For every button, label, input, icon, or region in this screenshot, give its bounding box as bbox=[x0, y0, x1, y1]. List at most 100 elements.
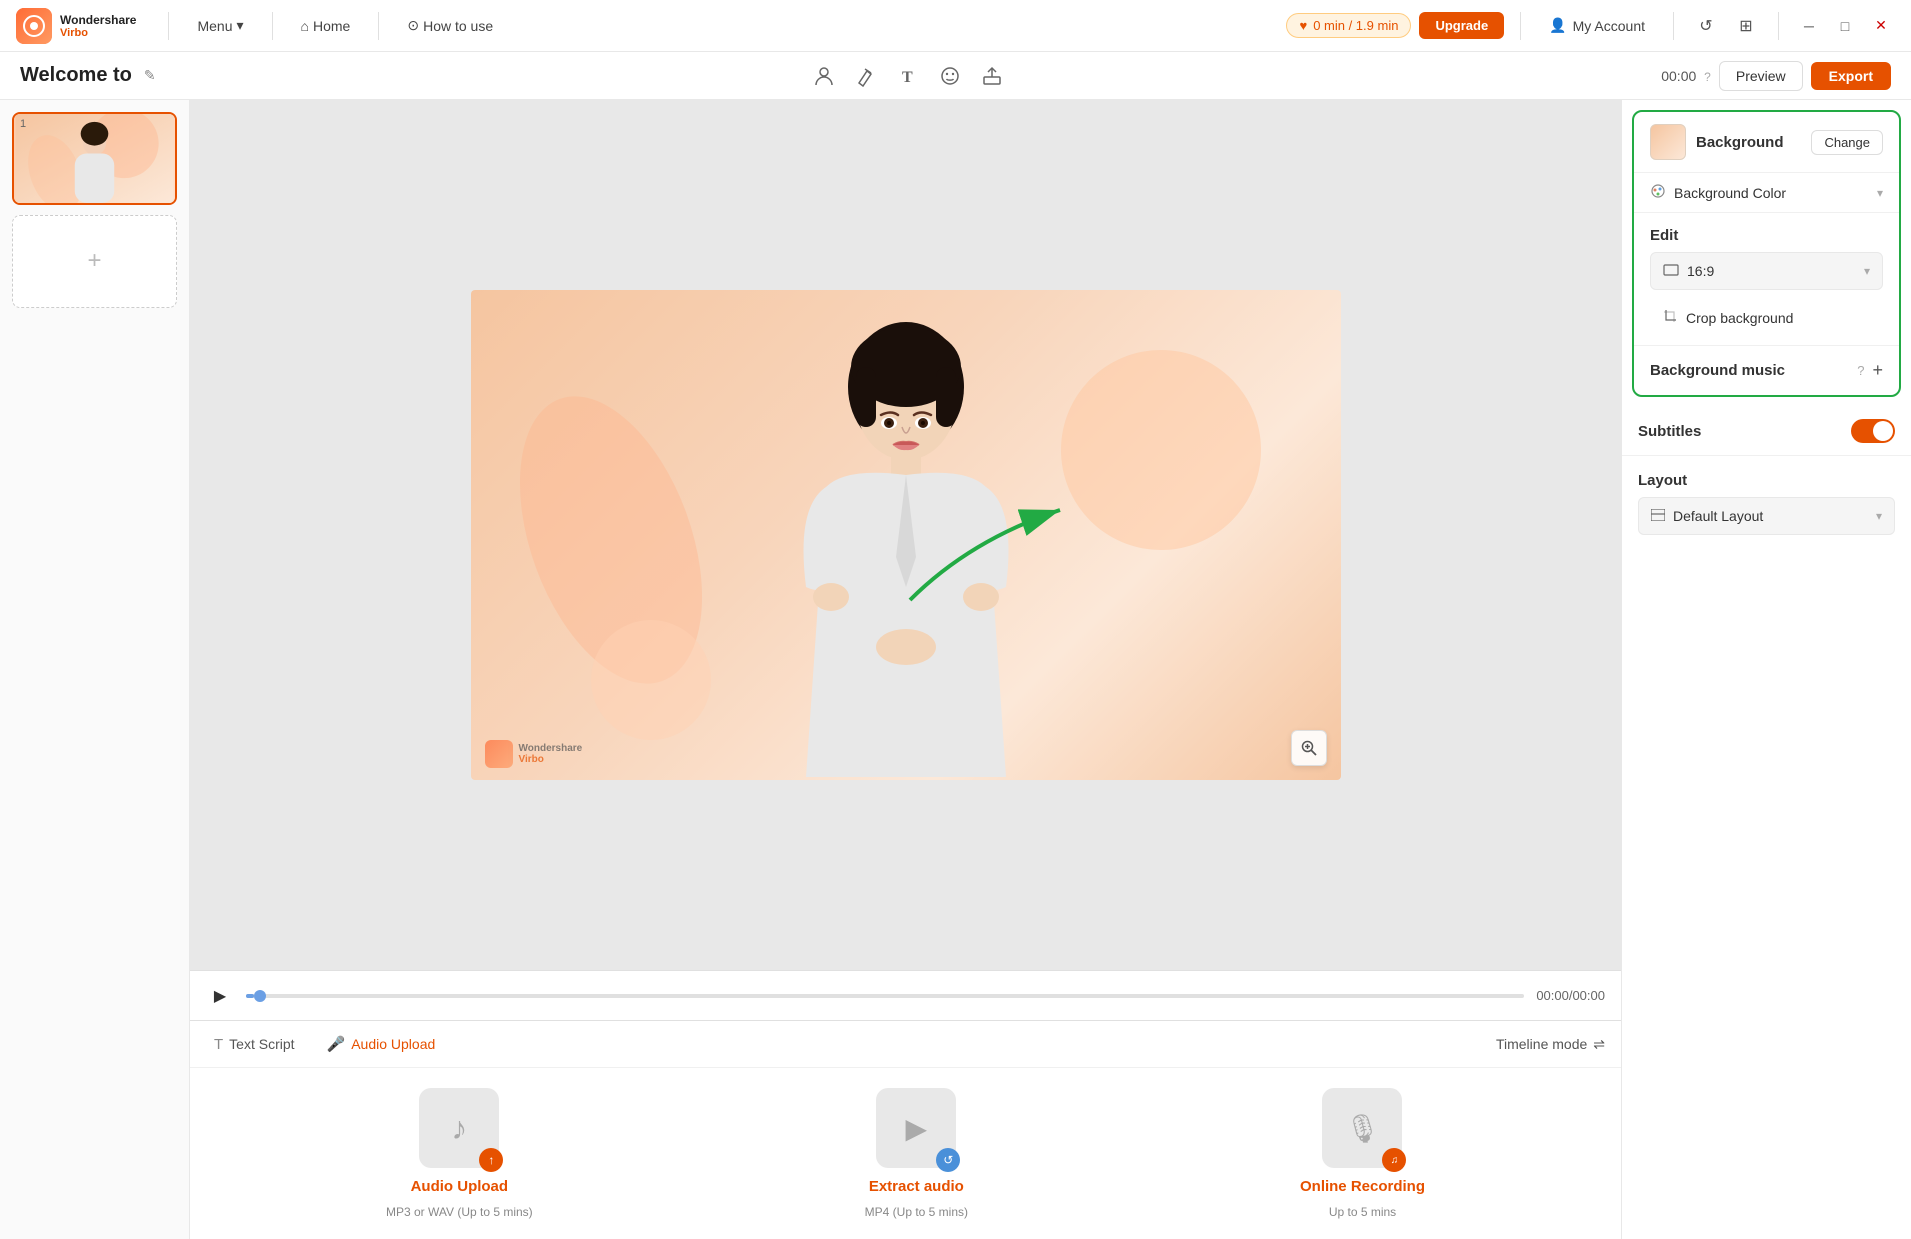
grid-button[interactable]: ⊞ bbox=[1730, 10, 1762, 42]
crop-background-row[interactable]: Crop background bbox=[1650, 298, 1883, 337]
welcome-label: Welcome to bbox=[20, 64, 132, 87]
green-section: Background Change Background Color ▾ Edi… bbox=[1632, 110, 1901, 397]
audio-cards-area: ♪ ↑ Audio Upload MP3 or WAV (Up to 5 min… bbox=[190, 1068, 1621, 1239]
layout-section: Layout Default Layout ▾ bbox=[1622, 456, 1911, 551]
text-script-tab[interactable]: T Text Script bbox=[206, 1030, 303, 1059]
account-button[interactable]: 👤 My Account bbox=[1537, 11, 1657, 40]
upload-tool-button[interactable] bbox=[974, 58, 1010, 94]
chevron-down-icon: ▾ bbox=[1877, 186, 1883, 200]
online-recording-title: Online Recording bbox=[1300, 1178, 1425, 1195]
history-button[interactable]: ↺ bbox=[1690, 10, 1722, 42]
subtitles-row: Subtitles bbox=[1622, 407, 1911, 456]
extract-audio-icon-wrap: ▶ ↺ bbox=[876, 1088, 956, 1168]
topbar: Wondershare Virbo Menu ▾ ⌂ Home ⊙ How to… bbox=[0, 0, 1911, 52]
mic-icon: 🎤 bbox=[327, 1035, 346, 1053]
preview-button[interactable]: Preview bbox=[1719, 61, 1803, 91]
background-header: Background Change bbox=[1634, 112, 1899, 173]
extract-audio-sub: MP4 (Up to 5 mins) bbox=[865, 1205, 968, 1219]
audio-upload-title: Audio Upload bbox=[411, 1178, 509, 1195]
subtitle-bar: Welcome to ✎ T 00:00 ? Preview Export bbox=[0, 52, 1911, 100]
canvas-avatar bbox=[766, 307, 1046, 780]
background-music-label: Background music bbox=[1650, 362, 1857, 379]
add-slide-button[interactable]: + bbox=[12, 215, 177, 308]
subtitles-toggle[interactable] bbox=[1851, 419, 1895, 443]
timeline-mode-toggle[interactable]: Timeline mode ⇌ bbox=[1496, 1036, 1605, 1053]
online-recording-card[interactable]: 🎙 ♫ Online Recording Up to 5 mins bbox=[1300, 1088, 1425, 1219]
edit-icon[interactable]: ✎ bbox=[144, 67, 156, 84]
music-help-icon[interactable]: ? bbox=[1857, 363, 1864, 378]
avatar-tool-button[interactable] bbox=[806, 58, 842, 94]
text-tool-button[interactable]: T bbox=[890, 58, 926, 94]
online-recording-icon-wrap: 🎙 ♫ bbox=[1322, 1088, 1402, 1168]
upgrade-button[interactable]: Upgrade bbox=[1419, 12, 1504, 39]
virbo-watermark: Wondershare Virbo bbox=[485, 740, 583, 768]
add-music-button[interactable]: + bbox=[1872, 360, 1883, 381]
logo-brand: Wondershare bbox=[60, 13, 136, 27]
menu-button[interactable]: Menu ▾ bbox=[185, 11, 255, 40]
divider1 bbox=[168, 12, 169, 40]
question-circle-icon: ⊙ bbox=[407, 17, 419, 34]
audio-upload-tab[interactable]: 🎤 Audio Upload bbox=[319, 1029, 444, 1059]
subtitles-label: Subtitles bbox=[1638, 423, 1851, 440]
logo-text-area: Wondershare Virbo bbox=[60, 13, 136, 39]
extract-audio-title: Extract audio bbox=[869, 1178, 964, 1195]
extract-audio-card[interactable]: ▶ ↺ Extract audio MP4 (Up to 5 mins) bbox=[865, 1088, 968, 1219]
minimize-button[interactable]: ─ bbox=[1795, 12, 1823, 40]
divider2 bbox=[272, 12, 273, 40]
toolbar-icons-center: T bbox=[168, 58, 1650, 94]
script-tabs: T Text Script 🎤 Audio Upload Timeline mo… bbox=[190, 1020, 1621, 1239]
music-note-icon: ♪ bbox=[451, 1110, 467, 1147]
change-background-button[interactable]: Change bbox=[1811, 130, 1883, 155]
progress-fill bbox=[246, 994, 254, 998]
background-color-row[interactable]: Background Color ▾ bbox=[1634, 173, 1899, 213]
home-icon: ⌂ bbox=[301, 18, 309, 34]
slide-1-num: 1 bbox=[20, 118, 26, 130]
progress-track[interactable] bbox=[246, 994, 1524, 998]
divider3 bbox=[378, 12, 379, 40]
audio-upload-card[interactable]: ♪ ↑ Audio Upload MP3 or WAV (Up to 5 min… bbox=[386, 1088, 533, 1219]
video-icon: ▶ bbox=[906, 1112, 928, 1145]
crop-icon bbox=[1662, 308, 1678, 327]
logo-area: Wondershare Virbo bbox=[16, 8, 136, 44]
time-display: 00:00 ? bbox=[1661, 68, 1711, 84]
layout-section-label: Layout bbox=[1622, 460, 1911, 497]
progress-thumb bbox=[254, 990, 266, 1002]
bg-shape-3 bbox=[591, 620, 711, 740]
maximize-button[interactable]: □ bbox=[1831, 12, 1859, 40]
layout-select-row[interactable]: Default Layout ▾ bbox=[1638, 497, 1895, 535]
aspect-ratio-icon bbox=[1663, 264, 1679, 279]
microphone-icon: 🎙 bbox=[1345, 1112, 1381, 1145]
menu-chevron-icon: ▾ bbox=[237, 17, 244, 34]
home-button[interactable]: ⌂ Home bbox=[289, 12, 363, 40]
heart-icon: ♥ bbox=[1299, 18, 1307, 33]
time-help-icon[interactable]: ? bbox=[1704, 70, 1711, 84]
ratio-label: 16:9 bbox=[1687, 263, 1864, 279]
left-panel: 1 bbox=[0, 100, 190, 1239]
background-swatch bbox=[1650, 124, 1686, 160]
zoom-button[interactable] bbox=[1291, 730, 1327, 766]
how-to-use-button[interactable]: ⊙ How to use bbox=[395, 11, 505, 40]
close-button[interactable]: ✕ bbox=[1867, 12, 1895, 40]
online-recording-sub: Up to 5 mins bbox=[1329, 1205, 1396, 1219]
ratio-chevron-icon: ▾ bbox=[1864, 264, 1870, 278]
main-layout: 1 bbox=[0, 100, 1911, 1239]
right-panel: Background Change Background Color ▾ Edi… bbox=[1621, 100, 1911, 1239]
play-button[interactable]: ▶ bbox=[206, 982, 234, 1010]
audio-upload-sub: MP3 or WAV (Up to 5 mins) bbox=[386, 1205, 533, 1219]
export-button[interactable]: Export bbox=[1811, 62, 1891, 90]
background-color-label: Background Color bbox=[1674, 185, 1877, 201]
main-canvas: Wondershare Virbo bbox=[471, 290, 1341, 780]
divider5 bbox=[1673, 12, 1674, 40]
brush-tool-button[interactable] bbox=[848, 58, 884, 94]
canvas-wrap: Wondershare Virbo bbox=[190, 100, 1621, 970]
bg-shape-1 bbox=[1061, 350, 1261, 550]
toolbar-right: 00:00 ? Preview Export bbox=[1661, 61, 1891, 91]
playback-bar: ▶ 00:00/00:00 bbox=[190, 970, 1621, 1020]
sticker-tool-button[interactable] bbox=[932, 58, 968, 94]
ratio-select-row[interactable]: 16:9 ▾ bbox=[1650, 252, 1883, 290]
slide-1-thumb[interactable]: 1 bbox=[12, 112, 177, 205]
timeline-mode-icon: ⇌ bbox=[1593, 1036, 1605, 1053]
upload-badge: ↑ bbox=[479, 1148, 503, 1172]
virbo-brand-text: Wondershare Virbo bbox=[519, 743, 583, 765]
recording-badge: ♫ bbox=[1382, 1148, 1406, 1172]
